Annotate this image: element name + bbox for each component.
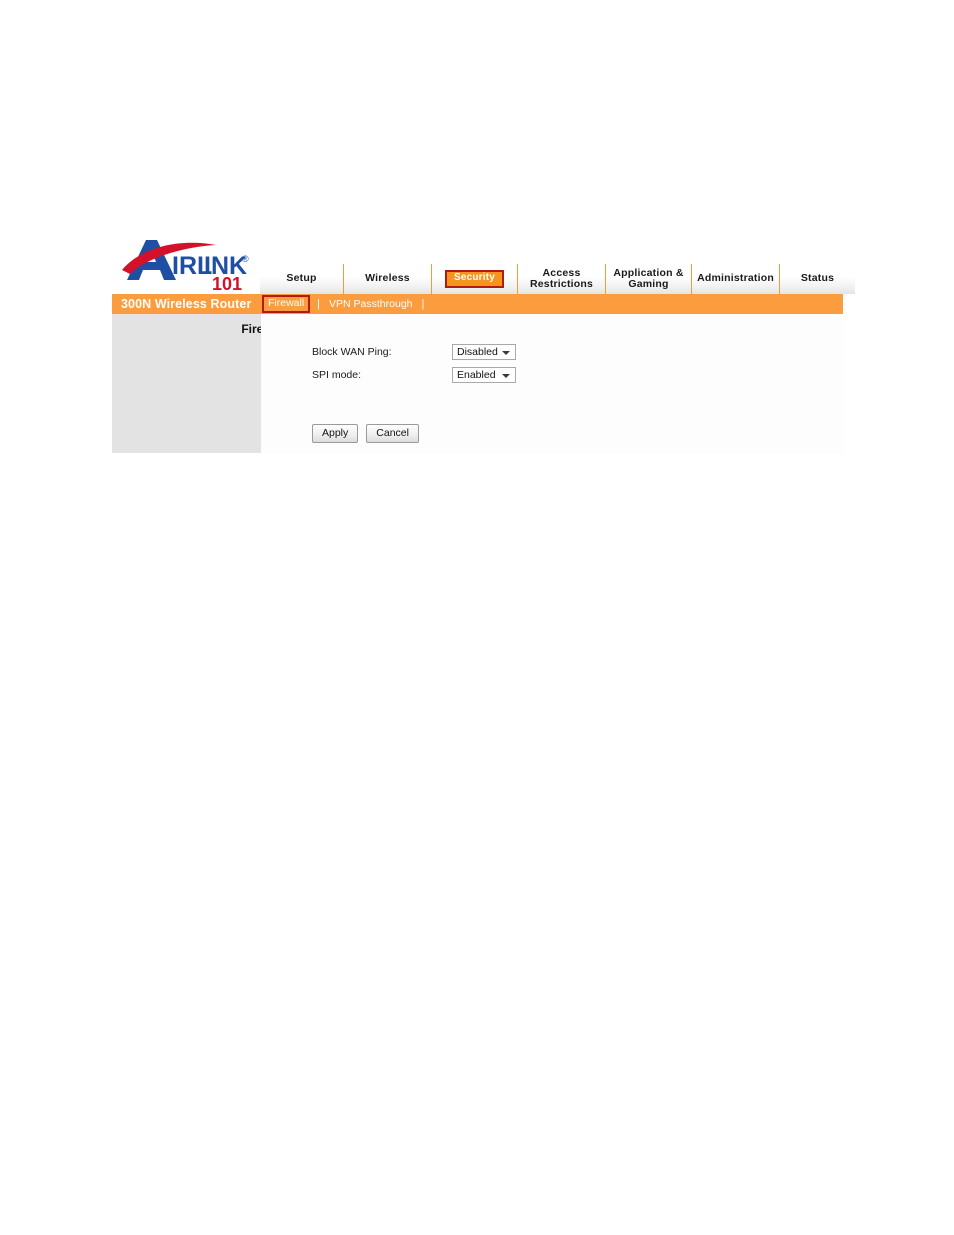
tab-application-gaming-line2: Gaming	[628, 278, 669, 290]
block-wan-ping-select[interactable]: Disabled	[452, 343, 516, 360]
tab-application-gaming-line1: Application &	[613, 266, 684, 279]
router-admin-page: IRL INK ® 101 Setup Wireless Security Ac…	[112, 232, 855, 453]
svg-text:®: ®	[242, 254, 249, 264]
sub-navigation-bar: 300N Wireless Router Firewall | VPN Pass…	[112, 294, 843, 314]
tab-status[interactable]: Status	[780, 264, 855, 294]
block-wan-ping-label: Block WAN Ping:	[312, 345, 392, 358]
tab-administration-label: Administration	[697, 272, 774, 285]
tab-security[interactable]: Security	[432, 264, 518, 294]
form-actions: Apply Cancel	[261, 424, 843, 453]
tab-application-gaming-label: Application & Gaming	[613, 266, 684, 291]
tab-access-restrictions-line2: Restrictions	[529, 278, 594, 290]
tab-access-restrictions-label: Access Restrictions	[529, 266, 594, 291]
sub-navigation: Firewall | VPN Passthrough |	[260, 295, 431, 313]
tab-setup-label: Setup	[286, 272, 317, 285]
tab-access-restrictions-line1: Access	[542, 266, 581, 279]
brand-logo: IRL INK ® 101	[112, 232, 260, 294]
chevron-down-icon	[502, 373, 510, 378]
tab-setup[interactable]: Setup	[260, 264, 344, 294]
page-body: Firewall Block WAN Ping: Disabled SPI mo…	[112, 314, 843, 453]
tab-security-label: Security	[444, 270, 505, 288]
airlink-101-logo-icon: IRL INK ® 101	[122, 240, 249, 292]
sub-tab-vpn-passthrough[interactable]: VPN Passthrough	[327, 298, 414, 310]
block-wan-ping-value: Disabled	[457, 345, 498, 358]
spi-mode-label: SPI mode:	[312, 368, 362, 381]
svg-text:101: 101	[212, 274, 242, 292]
content-panel: Block WAN Ping: Disabled SPI mode: Enabl…	[261, 314, 843, 453]
tab-application-gaming[interactable]: Application & Gaming	[606, 264, 692, 294]
firewall-settings-form: Block WAN Ping: Disabled SPI mode: Enabl…	[261, 314, 843, 424]
sub-tab-firewall[interactable]: Firewall	[262, 295, 311, 313]
side-help-panel: Firewall	[112, 314, 286, 453]
tab-status-label: Status	[800, 272, 835, 285]
form-spacer	[312, 386, 843, 424]
tab-wireless-label: Wireless	[365, 272, 410, 285]
tab-access-restrictions[interactable]: Access Restrictions	[518, 264, 606, 294]
tab-wireless[interactable]: Wireless	[344, 264, 432, 294]
cancel-button[interactable]: Cancel	[366, 424, 419, 443]
sub-tab-divider-1: |	[317, 298, 321, 310]
spi-mode-select[interactable]: Enabled	[452, 366, 516, 383]
tab-administration[interactable]: Administration	[692, 264, 780, 294]
device-name: 300N Wireless Router	[121, 297, 252, 311]
apply-button[interactable]: Apply	[312, 424, 359, 443]
chevron-down-icon	[502, 350, 510, 355]
main-navigation: Setup Wireless Security Access Restricti…	[260, 264, 855, 294]
sub-tab-divider-2: |	[421, 298, 425, 310]
form-row-spi-mode: SPI mode: Enabled	[312, 363, 843, 386]
form-row-block-wan-ping: Block WAN Ping: Disabled	[312, 340, 843, 363]
page-header: IRL INK ® 101 Setup Wireless Security Ac…	[112, 232, 855, 294]
spi-mode-value: Enabled	[457, 368, 496, 381]
